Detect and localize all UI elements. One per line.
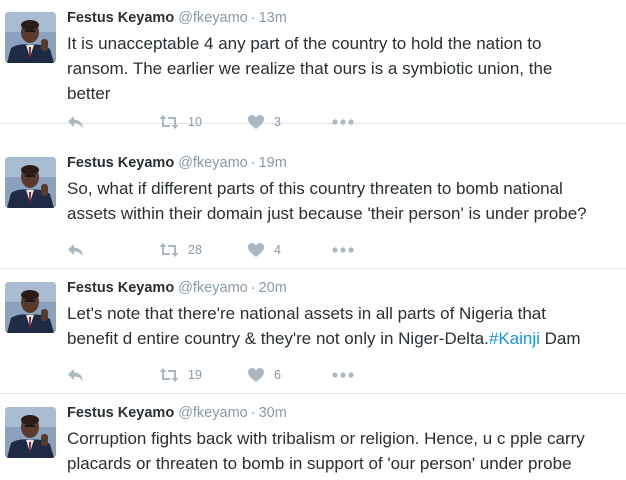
timestamp[interactable]: 30m xyxy=(259,405,287,421)
more-button[interactable] xyxy=(332,112,354,132)
tweet-text-line: It is unacceptable 4 any part of the cou… xyxy=(67,34,542,53)
separator-dot: · xyxy=(250,280,256,296)
avatar[interactable] xyxy=(5,407,56,458)
author-name[interactable]: Festus Keyamo xyxy=(67,10,174,26)
reply-button[interactable] xyxy=(67,112,85,132)
tweet-text-line: better xyxy=(67,84,111,103)
tweet-text-line: benefit d entire country & they're not o… xyxy=(67,326,623,351)
reply-button[interactable] xyxy=(67,365,85,385)
retweet-button[interactable]: 10 xyxy=(159,112,202,132)
more-icon xyxy=(332,247,354,253)
author-handle[interactable]: @fkeyamo xyxy=(178,155,248,171)
avatar[interactable] xyxy=(5,157,56,208)
tweet-header: Festus Keyamo @fkeyamo · 30m xyxy=(67,404,287,422)
timeline: Festus Keyamo @fkeyamo · 13m It is unaccept… xyxy=(0,0,626,480)
reply-icon xyxy=(68,116,83,128)
more-button[interactable] xyxy=(332,240,354,260)
tweet-text-line: So, what if different parts of this coun… xyxy=(67,179,563,198)
tweet-text-line: assets within their domain just because … xyxy=(67,204,587,223)
tweet-header: Festus Keyamo @fkeyamo · 13m xyxy=(67,9,287,27)
tweet-text-line: ransom. The earlier we realize that ours… xyxy=(67,59,553,78)
heart-icon xyxy=(248,368,264,382)
timestamp[interactable]: 20m xyxy=(259,280,287,296)
like-button[interactable]: 3 xyxy=(247,112,281,132)
tweet-header: Festus Keyamo @fkeyamo · 20m xyxy=(67,279,287,297)
reply-icon xyxy=(68,369,83,381)
retweet-button[interactable]: 19 xyxy=(159,365,202,385)
separator-dot: · xyxy=(250,10,256,26)
more-icon xyxy=(332,372,354,378)
author-name[interactable]: Festus Keyamo xyxy=(67,155,174,171)
retweet-icon xyxy=(159,243,179,257)
more-button[interactable] xyxy=(332,365,354,385)
tweet-actions: 10 3 xyxy=(67,112,407,132)
tweet-text-segment: Dam xyxy=(539,329,581,348)
hashtag-link[interactable]: #Kainji xyxy=(489,329,540,348)
retweet-count: 28 xyxy=(188,243,202,257)
retweet-icon xyxy=(159,368,179,382)
reply-button[interactable] xyxy=(67,240,85,260)
tweet-text-segment: benefit d entire country & they're not o… xyxy=(67,329,489,348)
timestamp[interactable]: 13m xyxy=(259,10,287,26)
timestamp[interactable]: 19m xyxy=(259,155,287,171)
avatar-image xyxy=(5,407,56,458)
tweet-text: Corruption fights back with tribalism or… xyxy=(67,426,623,476)
separator-dot: · xyxy=(250,405,256,421)
like-button[interactable]: 6 xyxy=(247,365,281,385)
retweet-icon xyxy=(159,115,179,129)
tweet-header: Festus Keyamo @fkeyamo · 19m xyxy=(67,154,287,172)
avatar-image xyxy=(5,157,56,208)
separator-dot: · xyxy=(250,155,256,171)
tweet-text-line: placards or threaten to bomb in support … xyxy=(67,454,572,473)
like-button[interactable]: 4 xyxy=(247,240,281,260)
tweet-text: It is unacceptable 4 any part of the cou… xyxy=(67,31,623,106)
author-handle[interactable]: @fkeyamo xyxy=(178,280,248,296)
avatar[interactable] xyxy=(5,282,56,333)
author-name[interactable]: Festus Keyamo xyxy=(67,405,174,421)
avatar[interactable] xyxy=(5,12,56,63)
author-handle[interactable]: @fkeyamo xyxy=(178,10,248,26)
tweet-text: So, what if different parts of this coun… xyxy=(67,176,623,226)
avatar-image xyxy=(5,12,56,63)
tweet-text-line: Let's note that there're national assets… xyxy=(67,304,546,323)
tweet[interactable]: Festus Keyamo @fkeyamo · 30m Corruption fig… xyxy=(0,395,626,480)
like-count: 4 xyxy=(274,243,281,257)
tweet-actions: 19 6 xyxy=(67,365,407,385)
reply-icon xyxy=(68,244,83,256)
more-icon xyxy=(332,119,354,125)
heart-icon xyxy=(248,243,264,257)
tweet-actions: 28 4 xyxy=(67,240,407,260)
author-name[interactable]: Festus Keyamo xyxy=(67,280,174,296)
tweet-text: Let's note that there're national assets… xyxy=(67,301,623,351)
retweet-count: 19 xyxy=(188,368,202,382)
tweet-text-line: Corruption fights back with tribalism or… xyxy=(67,429,585,448)
heart-icon xyxy=(248,115,264,129)
retweet-count: 10 xyxy=(188,115,202,129)
avatar-image xyxy=(5,282,56,333)
retweet-button[interactable]: 28 xyxy=(159,240,202,260)
tweet[interactable]: Festus Keyamo @fkeyamo · 13m It is unaccept… xyxy=(0,0,626,129)
like-count: 3 xyxy=(274,115,281,129)
like-count: 6 xyxy=(274,368,281,382)
author-handle[interactable]: @fkeyamo xyxy=(178,405,248,421)
